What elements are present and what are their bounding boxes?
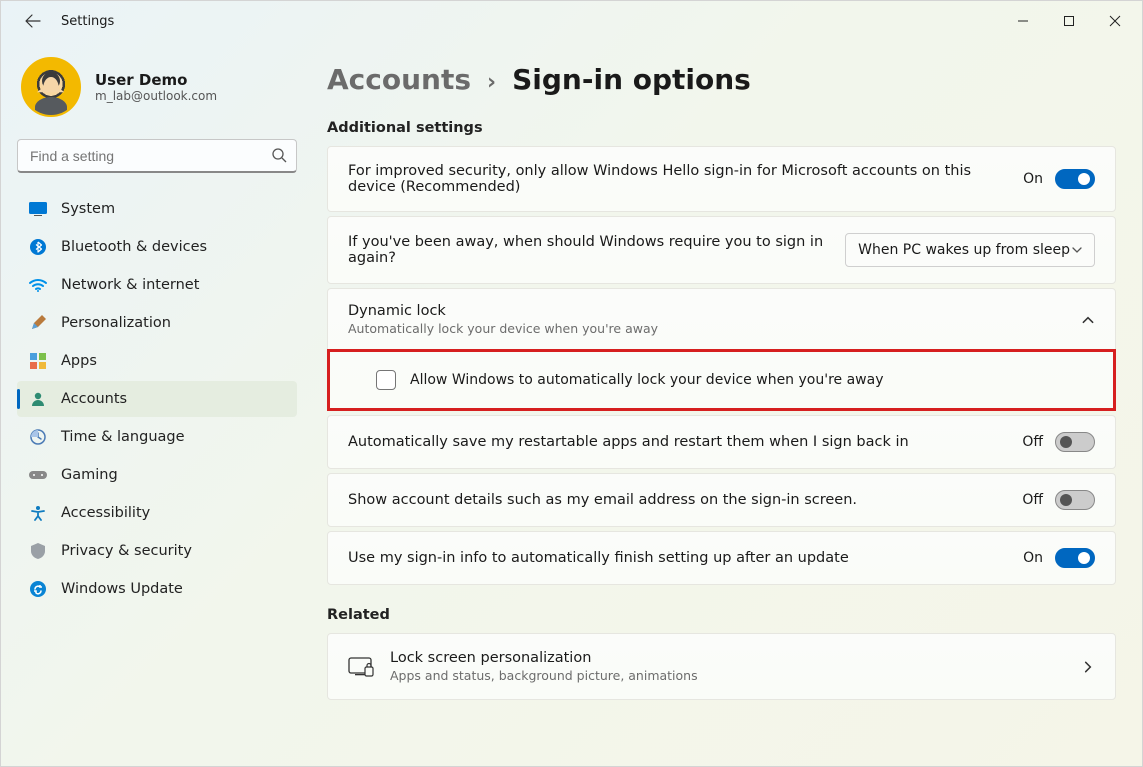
network-icon bbox=[29, 276, 47, 294]
dynamic-lock-body: Allow Windows to automatically lock your… bbox=[327, 349, 1116, 411]
close-button[interactable] bbox=[1092, 5, 1138, 37]
search-input[interactable] bbox=[17, 139, 297, 173]
bluetooth-icon bbox=[29, 238, 47, 256]
setting-dynamic-lock: Dynamic lock Automatically lock your dev… bbox=[327, 288, 1116, 411]
setting-text: For improved security, only allow Window… bbox=[348, 163, 1007, 195]
minimize-button[interactable] bbox=[1000, 5, 1046, 37]
accessibility-icon bbox=[29, 504, 47, 522]
settings-window: Settings User Demo m_lab@outlook.com bbox=[0, 0, 1143, 767]
nav-label: Time & language bbox=[61, 429, 185, 445]
apps-icon bbox=[29, 352, 47, 370]
toggle-finish-setup[interactable] bbox=[1055, 548, 1095, 568]
nav-item-personalization[interactable]: Personalization bbox=[17, 305, 297, 341]
section-additional-title: Additional settings bbox=[327, 120, 1116, 136]
minimize-icon bbox=[1017, 15, 1029, 27]
link-sub: Apps and status, background picture, ani… bbox=[390, 668, 1065, 683]
search-box[interactable] bbox=[17, 139, 297, 173]
setting-restart-apps: Automatically save my restartable apps a… bbox=[327, 415, 1116, 469]
setting-finish-setup: Use my sign-in info to automatically fin… bbox=[327, 531, 1116, 585]
toggle-state: On bbox=[1023, 550, 1043, 566]
nav-item-update[interactable]: Windows Update bbox=[17, 571, 297, 607]
maximize-icon bbox=[1063, 15, 1075, 27]
toggle-restart-apps[interactable] bbox=[1055, 432, 1095, 452]
dropdown-value: When PC wakes up from sleep bbox=[858, 242, 1070, 258]
lock-screen-icon bbox=[348, 654, 374, 680]
nav-item-accessibility[interactable]: Accessibility bbox=[17, 495, 297, 531]
setting-text: If you've been away, when should Windows… bbox=[348, 234, 829, 266]
nav-label: Personalization bbox=[61, 315, 171, 331]
dynamic-lock-header[interactable]: Dynamic lock Automatically lock your dev… bbox=[328, 289, 1115, 350]
window-controls bbox=[1000, 5, 1138, 37]
link-lock-screen[interactable]: Lock screen personalization Apps and sta… bbox=[327, 633, 1116, 700]
dropdown-require-signin[interactable]: When PC wakes up from sleep bbox=[845, 233, 1095, 267]
nav-label: Accessibility bbox=[61, 505, 150, 521]
checkbox-label: Allow Windows to automatically lock your… bbox=[410, 372, 883, 388]
nav-label: Gaming bbox=[61, 467, 118, 483]
maximize-button[interactable] bbox=[1046, 5, 1092, 37]
update-icon bbox=[29, 580, 47, 598]
breadcrumb-current: Sign-in options bbox=[512, 63, 751, 96]
nav-label: Apps bbox=[61, 353, 97, 369]
avatar bbox=[21, 57, 81, 117]
nav-label: Network & internet bbox=[61, 277, 199, 293]
privacy-icon bbox=[29, 542, 47, 560]
setting-require-signin: If you've been away, when should Windows… bbox=[327, 216, 1116, 284]
breadcrumb-parent[interactable]: Accounts bbox=[327, 63, 471, 96]
setting-sub: Automatically lock your device when you'… bbox=[348, 321, 1081, 336]
window-title: Settings bbox=[61, 14, 114, 29]
system-icon bbox=[29, 200, 47, 218]
setting-hello-only: For improved security, only allow Window… bbox=[327, 146, 1116, 212]
nav-item-accounts[interactable]: Accounts bbox=[17, 381, 297, 417]
sidebar: User Demo m_lab@outlook.com System Bluet… bbox=[1, 41, 313, 766]
toggle-state: Off bbox=[1022, 492, 1043, 508]
chevron-right-icon bbox=[1081, 660, 1095, 674]
user-profile[interactable]: User Demo m_lab@outlook.com bbox=[17, 53, 297, 133]
toggle-state: On bbox=[1023, 171, 1043, 187]
nav-label: Privacy & security bbox=[61, 543, 192, 559]
breadcrumb: Accounts › Sign-in options bbox=[327, 63, 1116, 96]
breadcrumb-separator: › bbox=[487, 70, 496, 95]
search-icon bbox=[271, 147, 287, 163]
close-icon bbox=[1109, 15, 1121, 27]
nav-item-gaming[interactable]: Gaming bbox=[17, 457, 297, 493]
chevron-up-icon bbox=[1081, 313, 1095, 327]
nav-label: Windows Update bbox=[61, 581, 183, 597]
accounts-icon bbox=[29, 390, 47, 408]
gaming-icon bbox=[29, 466, 47, 484]
nav-item-apps[interactable]: Apps bbox=[17, 343, 297, 379]
nav-item-privacy[interactable]: Privacy & security bbox=[17, 533, 297, 569]
toggle-state: Off bbox=[1022, 434, 1043, 450]
titlebar: Settings bbox=[1, 1, 1142, 41]
time-icon bbox=[29, 428, 47, 446]
avatar-icon bbox=[25, 63, 77, 115]
checkbox-dynamic-lock[interactable] bbox=[376, 370, 396, 390]
section-related-title: Related bbox=[327, 607, 1116, 623]
nav-label: Accounts bbox=[61, 391, 127, 407]
main-content: Accounts › Sign-in options Additional se… bbox=[313, 41, 1142, 766]
setting-text: Automatically save my restartable apps a… bbox=[348, 434, 1006, 450]
link-title: Lock screen personalization bbox=[390, 650, 1065, 666]
toggle-account-details[interactable] bbox=[1055, 490, 1095, 510]
user-name: User Demo bbox=[95, 71, 217, 89]
setting-text: Show account details such as my email ad… bbox=[348, 492, 1006, 508]
nav-item-bluetooth[interactable]: Bluetooth & devices bbox=[17, 229, 297, 265]
chevron-down-icon bbox=[1070, 243, 1084, 257]
nav-item-time[interactable]: Time & language bbox=[17, 419, 297, 455]
arrow-left-icon bbox=[25, 13, 41, 29]
nav-label: System bbox=[61, 201, 115, 217]
setting-account-details: Show account details such as my email ad… bbox=[327, 473, 1116, 527]
nav-label: Bluetooth & devices bbox=[61, 239, 207, 255]
user-email: m_lab@outlook.com bbox=[95, 89, 217, 103]
toggle-hello-only[interactable] bbox=[1055, 169, 1095, 189]
setting-text: Use my sign-in info to automatically fin… bbox=[348, 550, 1007, 566]
back-button[interactable] bbox=[21, 9, 45, 33]
nav-item-network[interactable]: Network & internet bbox=[17, 267, 297, 303]
personalization-icon bbox=[29, 314, 47, 332]
nav-list: System Bluetooth & devices Network & int… bbox=[17, 191, 297, 607]
setting-title: Dynamic lock bbox=[348, 303, 1081, 319]
nav-item-system[interactable]: System bbox=[17, 191, 297, 227]
